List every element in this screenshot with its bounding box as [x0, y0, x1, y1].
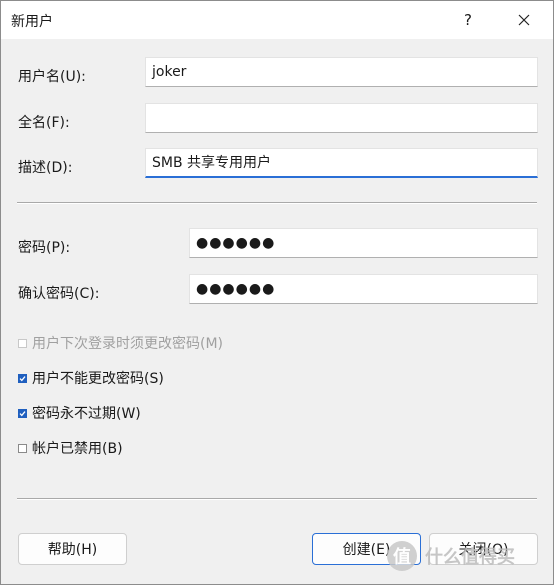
close-icon[interactable] — [507, 5, 541, 35]
description-field[interactable]: SMB 共享专用用户 — [145, 148, 538, 178]
description-label: 描述(D): — [18, 160, 73, 176]
checkbox-checked-icon[interactable] — [18, 408, 27, 418]
confirm-password-label: 确认密码(C): — [18, 286, 100, 302]
title-bar: 新用户 ? — [1, 1, 553, 39]
username-label: 用户名(U): — [18, 69, 86, 85]
checkbox-icon[interactable] — [18, 443, 27, 453]
option-label: 帐户已禁用(B) — [32, 441, 123, 457]
checkbox-checked-icon[interactable] — [18, 373, 27, 383]
option-label: 用户下次登录时须更改密码(M) — [32, 336, 224, 352]
fullname-label: 全名(F): — [18, 115, 70, 131]
option-must-change-password[interactable]: 用户下次登录时须更改密码(M) — [18, 333, 223, 353]
separator-top — [17, 202, 537, 204]
checkbox-icon[interactable] — [18, 338, 27, 348]
option-cannot-change-password[interactable]: 用户不能更改密码(S) — [18, 368, 164, 388]
watermark-logo: 值 什么值得买 — [387, 533, 552, 579]
help-icon[interactable]: ? — [453, 5, 483, 35]
watermark-icon: 值 — [387, 541, 417, 571]
window-title: 新用户 — [11, 14, 53, 30]
confirm-password-field[interactable]: ●●●●●● — [189, 274, 538, 304]
option-account-disabled[interactable]: 帐户已禁用(B) — [18, 438, 123, 458]
password-field[interactable]: ●●●●●● — [189, 228, 538, 258]
option-label: 密码永不过期(W) — [32, 406, 141, 422]
option-label: 用户不能更改密码(S) — [32, 371, 164, 387]
username-field[interactable]: joker — [145, 57, 538, 87]
new-user-dialog: 新用户 ? 用户名(U): joker 全名(F): 描述(D): SMB 共享… — [0, 0, 554, 585]
password-label: 密码(P): — [18, 240, 71, 256]
watermark-text: 什么值得买 — [425, 547, 515, 568]
fullname-field[interactable] — [145, 103, 538, 133]
option-password-never-expires[interactable]: 密码永不过期(W) — [18, 403, 141, 423]
help-button[interactable]: 帮助(H) — [18, 533, 127, 565]
separator-bottom — [17, 498, 537, 500]
